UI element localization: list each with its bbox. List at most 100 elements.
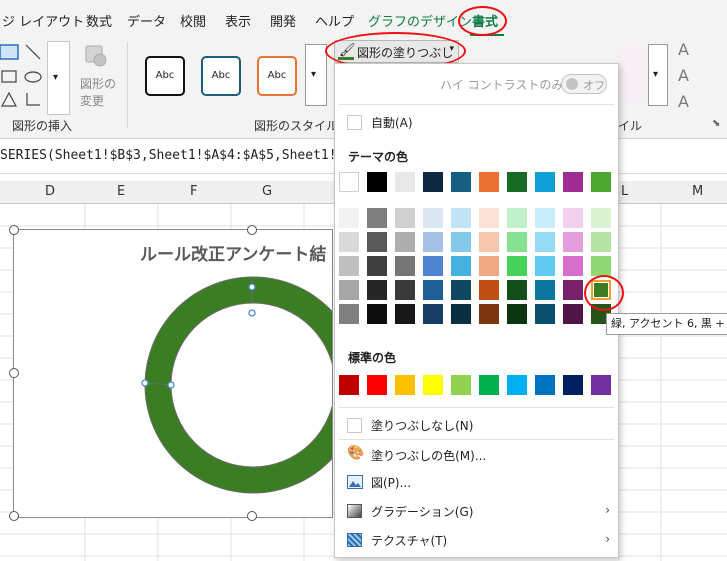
theme-shade-swatch[interactable] <box>507 304 527 324</box>
theme-shade-swatch[interactable] <box>395 304 415 324</box>
theme-shade-swatch[interactable] <box>395 232 415 252</box>
tab-help[interactable]: ヘルプ <box>315 11 354 30</box>
more-fill-colors-menu-item[interactable]: 🎨 塗りつぶしの色(M)... <box>335 442 618 468</box>
chart-area[interactable]: ルール改正アンケート結 <box>13 229 333 518</box>
theme-shade-swatch[interactable] <box>451 256 471 276</box>
text-outline-icon[interactable]: A <box>678 66 689 85</box>
point-handle[interactable] <box>167 381 175 389</box>
theme-shade-swatch[interactable] <box>535 304 555 324</box>
shape-gallery[interactable] <box>0 41 46 115</box>
theme-shade-swatch[interactable] <box>507 280 527 300</box>
theme-shade-swatch[interactable] <box>479 232 499 252</box>
theme-shade-swatch[interactable] <box>507 232 527 252</box>
theme-shade-swatch[interactable] <box>423 280 443 300</box>
dialog-launcher-icon[interactable]: ⬊ <box>712 118 720 129</box>
standard-color-swatch[interactable] <box>451 375 471 395</box>
theme-shade-swatch[interactable] <box>367 232 387 252</box>
standard-color-swatch[interactable] <box>423 375 443 395</box>
theme-shade-swatch[interactable] <box>395 280 415 300</box>
theme-shade-swatch[interactable] <box>423 256 443 276</box>
theme-shade-swatch[interactable] <box>423 208 443 228</box>
no-fill-menu-item[interactable]: 塗りつぶしなし(N) <box>335 412 618 438</box>
standard-color-swatch[interactable] <box>479 375 499 395</box>
theme-shade-swatch[interactable] <box>451 232 471 252</box>
point-handle[interactable] <box>141 379 149 387</box>
resize-handle-top-left[interactable] <box>9 225 19 235</box>
theme-shade-swatch[interactable] <box>367 256 387 276</box>
tab-developer[interactable]: 開発 <box>270 11 296 30</box>
theme-shade-swatch[interactable] <box>451 280 471 300</box>
theme-shade-swatch[interactable] <box>535 208 555 228</box>
theme-shade-swatch[interactable] <box>591 208 611 228</box>
resize-handle-bottom-left[interactable] <box>9 511 19 521</box>
column-header-f[interactable]: F <box>190 184 197 199</box>
standard-color-swatch[interactable] <box>535 375 555 395</box>
theme-shade-swatch[interactable] <box>395 208 415 228</box>
theme-color-swatch[interactable] <box>591 172 611 192</box>
theme-color-swatch[interactable] <box>451 172 471 192</box>
standard-color-swatch[interactable] <box>395 375 415 395</box>
tab-formulas[interactable]: 数式 <box>86 11 112 30</box>
theme-color-swatch[interactable] <box>507 172 527 192</box>
theme-shade-swatch[interactable] <box>479 304 499 324</box>
theme-shade-swatch[interactable] <box>591 256 611 276</box>
style-preset-orange[interactable]: Abc <box>257 56 297 96</box>
doughnut-ring[interactable] <box>145 277 332 493</box>
theme-shade-swatch[interactable] <box>339 280 359 300</box>
theme-shade-swatch[interactable] <box>479 256 499 276</box>
style-preset-blue[interactable]: Abc <box>201 56 241 96</box>
point-handle[interactable] <box>248 309 256 317</box>
theme-shade-swatch[interactable] <box>563 280 583 300</box>
theme-shade-swatch[interactable] <box>563 304 583 324</box>
style-preset-black[interactable]: Abc <box>145 56 185 96</box>
theme-shade-swatch[interactable] <box>339 256 359 276</box>
point-handle[interactable] <box>248 283 256 291</box>
theme-color-swatch[interactable] <box>395 172 415 192</box>
high-contrast-toggle[interactable]: オフ <box>561 74 607 94</box>
wordart-gallery[interactable] <box>617 44 647 104</box>
theme-color-swatch[interactable] <box>339 172 359 192</box>
theme-shade-swatch[interactable] <box>367 208 387 228</box>
text-effects-icon[interactable]: A <box>678 92 689 111</box>
picture-menu-item[interactable]: 図(P)... <box>335 469 618 495</box>
theme-shade-swatch[interactable] <box>339 304 359 324</box>
texture-menu-item[interactable]: テクスチャ(T) › <box>335 527 618 553</box>
standard-color-swatch[interactable] <box>591 375 611 395</box>
resize-handle-left[interactable] <box>9 368 19 378</box>
theme-shade-swatch[interactable] <box>367 280 387 300</box>
change-shape-button[interactable]: 図形の 変更 <box>80 42 120 108</box>
standard-color-swatch[interactable] <box>339 375 359 395</box>
column-header-g[interactable]: G <box>262 184 272 199</box>
theme-shade-swatch[interactable] <box>479 208 499 228</box>
theme-shade-swatch[interactable] <box>339 208 359 228</box>
theme-shade-swatch[interactable] <box>339 232 359 252</box>
automatic-menu-item[interactable]: 自動(A) <box>335 109 618 135</box>
resize-handle-top[interactable] <box>247 225 257 235</box>
standard-color-swatch[interactable] <box>563 375 583 395</box>
column-header-e[interactable]: E <box>117 184 125 199</box>
theme-shade-swatch[interactable] <box>563 256 583 276</box>
theme-shade-swatch[interactable] <box>395 256 415 276</box>
theme-shade-swatch[interactable] <box>535 280 555 300</box>
standard-color-swatch[interactable] <box>367 375 387 395</box>
column-header-l[interactable]: L <box>621 184 628 199</box>
theme-shade-swatch[interactable] <box>367 304 387 324</box>
column-header-d[interactable]: D <box>45 184 55 199</box>
theme-color-swatch[interactable] <box>535 172 555 192</box>
theme-color-swatch[interactable] <box>479 172 499 192</box>
theme-shade-swatch[interactable] <box>479 280 499 300</box>
resize-handle-bottom[interactable] <box>247 511 257 521</box>
theme-shade-swatch[interactable] <box>563 208 583 228</box>
theme-color-swatch[interactable] <box>423 172 443 192</box>
text-fill-icon[interactable]: A <box>678 40 689 59</box>
theme-shade-swatch[interactable] <box>451 304 471 324</box>
gradient-menu-item[interactable]: グラデーション(G) › <box>335 498 618 524</box>
theme-color-swatch[interactable] <box>563 172 583 192</box>
theme-shade-swatch[interactable] <box>563 232 583 252</box>
tab-chart-design[interactable]: グラフのデザイン <box>368 11 472 30</box>
theme-shade-swatch[interactable] <box>591 232 611 252</box>
tab-page-layout[interactable]: ジ レイアウト <box>2 11 84 30</box>
theme-shade-swatch[interactable] <box>451 208 471 228</box>
tab-review[interactable]: 校閲 <box>180 11 206 30</box>
wordart-more-button[interactable]: ▾ <box>648 44 668 106</box>
